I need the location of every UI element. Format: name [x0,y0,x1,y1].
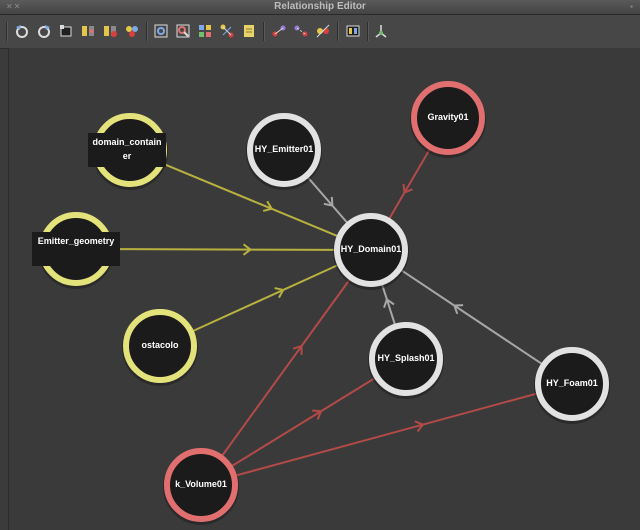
unlink-icon[interactable] [293,23,309,39]
node-label-hy_splash01: HY_Splash01 [377,353,435,363]
edge-k_volume01-to-hy_domain01[interactable] [220,277,352,458]
edge-gravity01-to-hy_domain01[interactable] [387,147,432,221]
node-label-ostacolo: ostacolo [141,340,179,350]
node-label-hy_foam01: HY_Foam01 [546,378,598,388]
window-title: Relationship Editor [274,1,366,12]
zoom-fit-icon[interactable] [153,23,169,39]
edge-k_volume01-to-hy_splash01[interactable] [230,376,377,468]
node-label-gravity01: Gravity01 [427,112,469,122]
edge-ostacolo-to-hy_domain01[interactable] [191,263,340,333]
node-label-domain_container: domain_container [88,133,166,167]
node-select-icon[interactable] [80,23,96,39]
redo-icon[interactable] [36,23,52,39]
node-label-emitter_geometry: Emitter_geometry [32,232,120,266]
link-icon[interactable] [271,23,287,39]
palette-icon[interactable] [345,23,361,39]
frame-icon[interactable] [58,23,74,39]
note-icon[interactable] [241,23,257,39]
title-bar: ✕✕ Relationship Editor ▪ [0,0,640,15]
relink-icon[interactable] [315,23,331,39]
edge-k_volume01-to-hy_foam01[interactable] [234,392,539,477]
pivot-icon[interactable] [373,23,389,39]
node-remove-icon[interactable] [102,23,118,39]
zoom-select-icon[interactable] [175,23,191,39]
relationship-graph[interactable] [9,48,640,530]
edge-emitter_geometry-to-hy_domain01[interactable] [110,248,337,251]
node-label-k_volume01: k_Volume01 [175,479,227,489]
graph-connect-icon[interactable] [219,23,235,39]
graph-layout-icon[interactable] [197,23,213,39]
node-label-hy_emitter01: HY_Emitter01 [254,144,314,154]
graph-panel[interactable]: domain_container Emitter_geometry ostacolo… [8,48,640,530]
node-label-hy_domain01: HY_Domain01 [340,244,402,254]
grip-icon: ▪ [630,2,634,11]
edge-hy_emitter01-to-hy_domain01[interactable] [306,175,349,225]
toolbar [0,15,640,49]
node-add-icon[interactable] [124,23,140,39]
undo-icon[interactable] [14,23,30,39]
